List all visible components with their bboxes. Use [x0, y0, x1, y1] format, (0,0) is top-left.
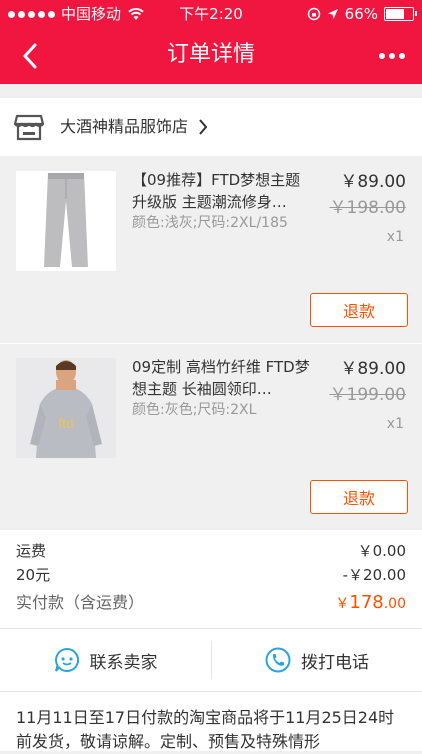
phone-icon	[265, 647, 291, 673]
product-price: ￥89.00	[340, 172, 406, 192]
paid-label: 实付款（含运费）	[16, 593, 145, 612]
battery-icon	[384, 7, 417, 21]
more-button[interactable]	[372, 38, 412, 74]
order-totals: 运费 ￥0.00 20元 -￥20.00 实付款（含运费） ￥178.00	[0, 530, 422, 628]
product-original-price: ￥198.00	[329, 198, 406, 218]
contact-seller-button[interactable]: 联系卖家	[0, 629, 211, 691]
paid-value: ￥178.00	[335, 592, 406, 613]
store-name: 大酒神精品服饰店	[60, 117, 189, 136]
battery-percent: 66%	[344, 5, 378, 23]
page-title: 订单详情	[166, 42, 255, 67]
chat-icon	[54, 647, 79, 672]
discount-value: -￥20.00	[342, 566, 406, 584]
shipping-notice: 11月11日至17日付款的淘宝商品将于11月25日24时前发货，敬请谅解。定制、…	[0, 691, 422, 751]
product-spec: 颜色:灰色;尺码:2XL	[132, 402, 257, 418]
discount-row: 20元 -￥20.00	[16, 564, 406, 586]
shipping-value: ￥0.00	[357, 542, 406, 560]
paid-row: 实付款（含运费） ￥178.00	[16, 590, 406, 616]
refund-button[interactable]: 退款	[310, 480, 408, 514]
order-item[interactable]: 【09推荐】FTD梦想主题升级版 主题潮流修身… 颜色:浅灰;尺码:2XL/18…	[0, 157, 422, 343]
store-icon	[14, 114, 44, 141]
shipping-row: 运费 ￥0.00	[16, 540, 406, 562]
discount-label: 20元	[16, 566, 51, 584]
product-image	[16, 171, 116, 271]
product-title: 09定制 高档竹纤维 FTD梦想主题 长袖圆领印…	[132, 358, 310, 398]
status-bar: 中国移动 下午2:20 66%	[0, 0, 422, 28]
product-price: ￥89.00	[340, 359, 406, 379]
svg-text:ftd: ftd	[58, 415, 74, 431]
notice-text: 11月11日至17日付款的淘宝商品将于11月25日24时前发货，敬请谅解。定制、…	[16, 708, 395, 751]
product-original-price: ￥199.00	[329, 385, 406, 405]
contact-seller-label: 联系卖家	[89, 652, 158, 673]
product-image: ftd	[16, 358, 116, 458]
chevron-right-icon	[199, 119, 208, 135]
rotation-lock-icon	[307, 7, 320, 21]
refund-button[interactable]: 退款	[310, 293, 408, 327]
nav-bar: 订单详情	[0, 28, 422, 84]
shipping-label: 运费	[16, 542, 47, 560]
product-spec: 颜色:浅灰;尺码:2XL/185	[132, 215, 288, 231]
order-item[interactable]: ftd 09定制 高档竹纤维 FTD梦想主题 长袖圆领印… 颜色:灰色;尺码:2…	[0, 344, 422, 530]
call-label: 拨打电话	[301, 652, 369, 673]
call-button[interactable]: 拨打电话	[212, 629, 422, 691]
product-quantity: x1	[386, 229, 404, 245]
header: 中国移动 下午2:20 66% 订单详情	[0, 0, 422, 84]
more-dots-icon	[379, 53, 385, 59]
store-row[interactable]: 大酒神精品服饰店	[0, 98, 422, 156]
contact-bar: 联系卖家 拨打电话	[0, 628, 422, 691]
location-icon	[327, 9, 338, 19]
product-quantity: x1	[386, 416, 404, 432]
product-title: 【09推荐】FTD梦想主题升级版 主题潮流修身…	[132, 171, 301, 211]
